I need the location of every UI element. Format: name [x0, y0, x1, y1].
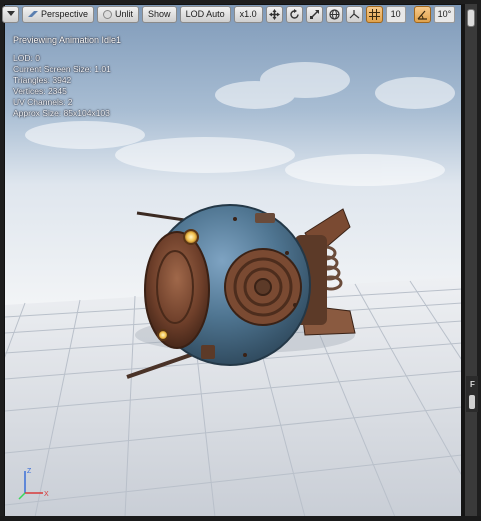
perspective-icon	[28, 11, 38, 17]
axis-gizmo: Z X	[18, 468, 49, 500]
surface-snap-button[interactable]	[345, 5, 363, 23]
x-axis-label: X	[44, 491, 49, 498]
grid-snap-icon	[368, 8, 380, 20]
playback-speed-button[interactable]: x1.0	[233, 5, 263, 23]
stat-lod: LOD: 0	[13, 53, 40, 63]
show-label: Show	[148, 9, 171, 19]
dropdown-arrow-icon	[6, 11, 15, 16]
angle-snap-toggle[interactable]	[413, 5, 431, 23]
move-icon	[268, 8, 280, 20]
perspective-button[interactable]: Perspective	[22, 5, 95, 23]
rotate-tool-button[interactable]	[285, 5, 303, 23]
viewport-toolbar: Perspective Unlit Show LOD Auto x1.0 10 …	[2, 4, 456, 24]
side-panel-slider[interactable]	[469, 395, 475, 409]
angle-snap-icon	[417, 10, 427, 20]
scale-tool-button[interactable]	[305, 5, 323, 23]
scrollbar-thumb[interactable]	[467, 9, 475, 27]
lod-button[interactable]: LOD Auto	[179, 5, 231, 23]
lod-label: LOD Auto	[185, 9, 225, 19]
view-mode-icon	[103, 9, 113, 19]
world-local-toggle[interactable]	[325, 5, 343, 23]
speed-label: x1.0	[239, 9, 257, 19]
viewport-options-button[interactable]	[2, 5, 19, 23]
unlit-label: Unlit	[115, 9, 134, 19]
scale-icon	[309, 9, 319, 19]
stat-vertices: Vertices: 2345	[13, 86, 67, 96]
unlit-button[interactable]: Unlit	[97, 5, 140, 23]
mesh-stats: LOD: 0 Current Screen Size: 1.01 Triangl…	[13, 53, 111, 119]
angle-snap-value[interactable]: 10°	[433, 5, 456, 23]
stat-triangles: Triangles: 3942	[13, 75, 72, 85]
show-button[interactable]: Show	[142, 5, 177, 23]
bottom-border	[0, 516, 481, 521]
z-axis-label: Z	[27, 468, 32, 475]
stat-uv-channels: UV Channels: 2	[13, 97, 73, 107]
rotate-icon	[289, 8, 299, 19]
globe-icon	[329, 8, 340, 20]
3d-viewport[interactable]: Previewing Animation Idle1 LOD: 0 Curren…	[4, 4, 463, 518]
translate-tool-button[interactable]	[265, 5, 283, 23]
grid-snap-value[interactable]: 10	[385, 5, 406, 23]
y-axis-line	[18, 492, 26, 500]
preview-title: Previewing Animation Idle1	[13, 35, 122, 45]
grid-snap-toggle[interactable]	[365, 5, 383, 23]
surface-snap-icon	[349, 9, 359, 18]
stat-approx-size: Approx Size: 85x104x103	[13, 108, 110, 118]
side-panel-tab-label: F	[470, 380, 475, 389]
perspective-label: Perspective	[41, 9, 89, 19]
stat-screen-size: Current Screen Size: 1.01	[13, 64, 111, 74]
vertical-scrollbar[interactable]	[465, 4, 477, 516]
